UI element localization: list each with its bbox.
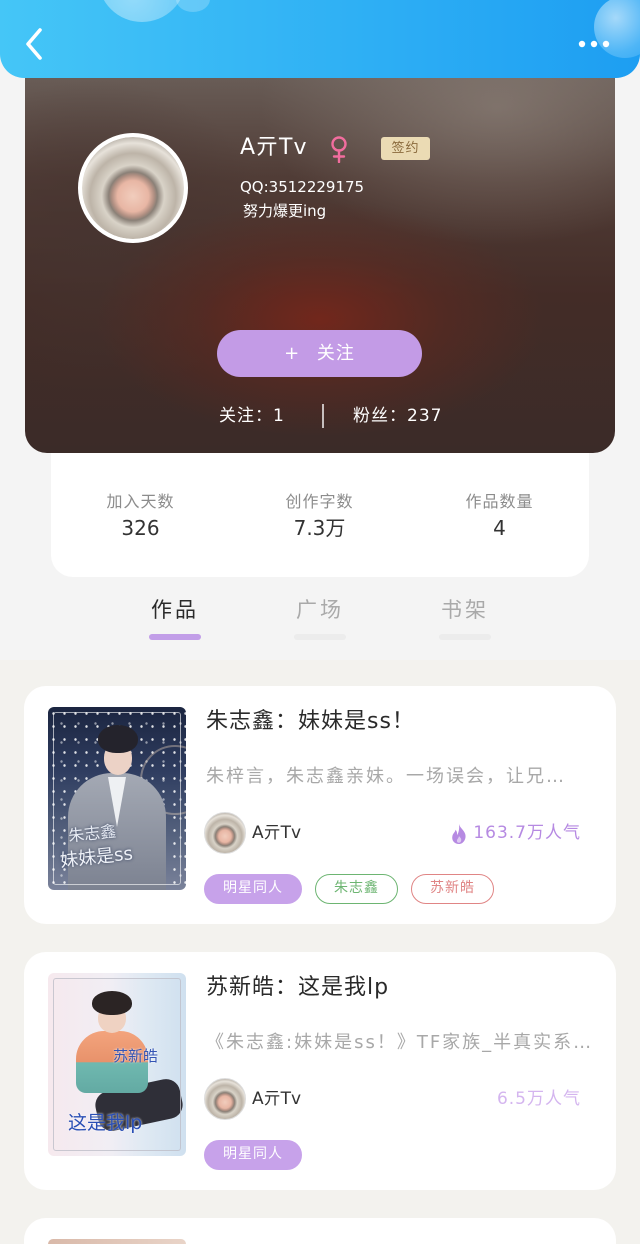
book-cover[interactable]: 朱志鑫 妹妹是ss [48,707,186,890]
stat-value: 4 [493,516,506,540]
book-cover[interactable]: 苏新皓 这是我lp [48,973,186,1156]
work-description: 《朱志鑫:妹妹是ss！》TF家族_半真实系… [206,1032,594,1053]
stat-works-count: 作品数量 4 [410,491,589,541]
tag-list: 明星同人 朱志鑫 苏新皓 [204,874,494,904]
signed-badge: 签约 [381,137,430,160]
bubble-decoration [98,0,186,22]
profile-name: A亓Tv [240,135,308,160]
more-button[interactable] [572,34,616,54]
female-icon [329,135,349,164]
tab-bookshelf[interactable]: 书架 [415,596,515,640]
work-card[interactable] [24,1218,616,1244]
cover-title-line: 苏新皓 [113,1047,159,1065]
chevron-left-icon [26,28,42,60]
author-avatar [204,1078,246,1120]
followers-value: 237 [407,406,443,426]
work-card[interactable]: 苏新皓 这是我lp 苏新皓：这是我lp 《朱志鑫:妹妹是ss！》TF家族_半真实… [24,952,616,1190]
fire-icon [450,823,468,845]
tag-list: 明星同人 [204,1140,302,1170]
stat-label: 创作字数 [285,492,354,511]
stat-label: 加入天数 [106,492,175,511]
tag-chip[interactable]: 明星同人 [204,1140,302,1170]
followers-label: 粉丝： [353,406,407,426]
work-description: 朱梓言，朱志鑫亲妹。一场误会，让兄… [206,766,566,787]
popularity-count: 163.7万人气 [473,823,581,843]
profile-avatar[interactable] [78,133,188,243]
tab-indicator [149,634,201,640]
tab-label: 书架 [441,598,489,622]
following-value: 1 [273,406,285,426]
followers-count[interactable]: 粉丝：237 [353,404,442,428]
bubble-decoration [176,0,210,12]
tab-works[interactable]: 作品 [125,596,225,640]
stat-label: 作品数量 [465,492,534,511]
tag-chip[interactable]: 苏新皓 [411,874,494,904]
tab-indicator [439,634,491,640]
follow-button[interactable]: + 关注 [217,330,422,377]
book-cover[interactable] [48,1239,186,1244]
stat-value: 326 [121,516,160,540]
qq-number: QQ:3512229175 [240,178,365,196]
stat-word-count: 创作字数 7.3万 [230,491,409,541]
profile-bio: 努力爆更ing [243,202,327,220]
author-name: A亓Tv [252,1089,302,1109]
cover-title-line: 这是我lp [68,1112,143,1134]
tab-label: 广场 [296,598,344,622]
tag-chip[interactable]: 明星同人 [204,874,302,904]
author-name: A亓Tv [252,823,302,843]
female-icon-glyph [331,136,347,164]
following-label: 关注： [219,406,273,426]
work-card[interactable]: 朱志鑫 妹妹是ss 朱志鑫：妹妹是ss！ 朱梓言，朱志鑫亲妹。一场误会，让兄… … [24,686,616,924]
tab-indicator [294,634,346,640]
tag-chip[interactable]: 朱志鑫 [315,874,398,904]
stat-joined-days: 加入天数 326 [51,491,230,541]
work-title[interactable]: 朱志鑫：妹妹是ss！ [206,707,415,737]
tab-square[interactable]: 广场 [270,596,370,640]
tab-label: 作品 [151,598,199,622]
more-horizontal-icon [578,40,610,48]
author-avatar [204,812,246,854]
profile-banner: A亓Tv 签约 QQ:3512229175 努力爆更ing + 关注 关注：1 … [25,60,615,453]
top-app-bar [0,0,640,78]
following-count[interactable]: 关注：1 [219,404,285,428]
back-button[interactable] [18,24,52,64]
stat-divider [322,404,324,428]
work-title[interactable]: 苏新皓：这是我lp [206,973,389,1003]
follow-button-label: + 关注 [284,343,355,364]
stat-value: 7.3万 [293,516,346,540]
popularity-count: 6.5万人气 [496,1089,581,1109]
avatar-image [82,137,184,239]
